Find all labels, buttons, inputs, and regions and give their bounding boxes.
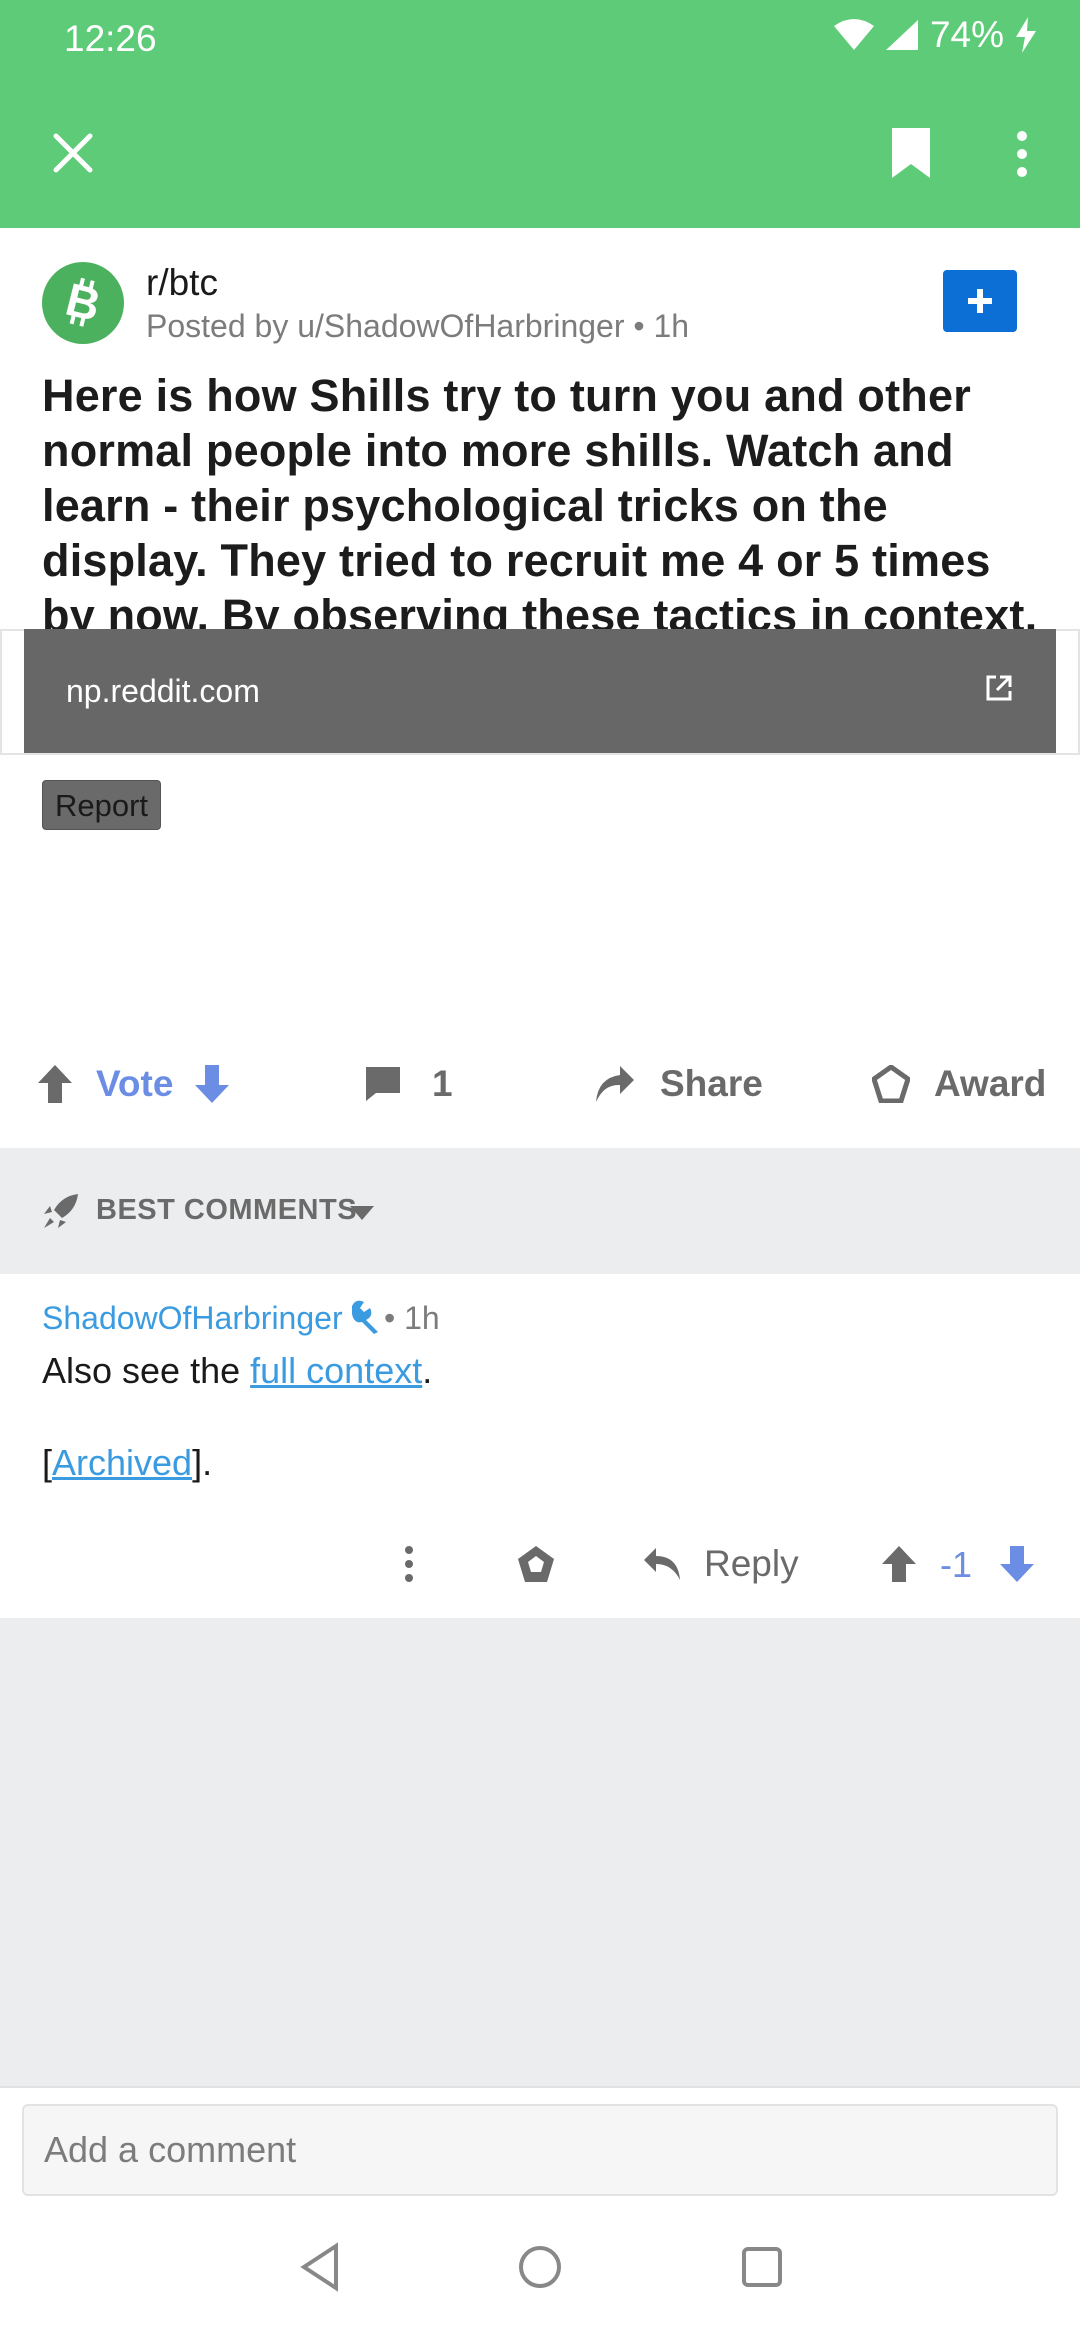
archived-link[interactable]: Archived — [52, 1442, 192, 1483]
subreddit-name[interactable]: r/btc — [146, 262, 218, 304]
comment-item: ShadowOfHarbringer • 1h Also see the ful… — [0, 1274, 1080, 1618]
award-icon — [872, 1065, 910, 1103]
comment-composer — [0, 2086, 1080, 2206]
full-context-link[interactable]: full context — [250, 1350, 422, 1391]
close-icon[interactable] — [50, 130, 96, 176]
post-byline[interactable]: Posted by u/ShadowOfHarbringer • 1h — [146, 308, 689, 345]
link-domain: np.reddit.com — [66, 673, 260, 709]
rocket-icon — [44, 1194, 78, 1228]
reply-button[interactable]: Reply — [642, 1524, 799, 1604]
status-bar: 12:26 74% — [0, 0, 1080, 78]
plus-icon — [968, 289, 992, 313]
comment-body-line2: [Archived]. — [42, 1442, 212, 1484]
status-time: 12:26 — [64, 18, 157, 59]
comment-bubble-icon — [366, 1067, 400, 1101]
comments-count: 1 — [432, 1063, 453, 1104]
caret-down-icon — [350, 1206, 374, 1220]
external-link-card[interactable]: np.reddit.com — [24, 629, 1056, 753]
charging-icon — [1016, 17, 1036, 53]
join-subreddit-button[interactable] — [943, 270, 1017, 332]
share-label: Share — [660, 1063, 763, 1104]
share-button[interactable]: Share — [594, 1020, 763, 1148]
add-comment-input[interactable] — [22, 2104, 1058, 2196]
report-button[interactable]: Report — [42, 780, 162, 830]
comment-score: -1 — [940, 1544, 973, 1585]
award-button[interactable]: Award — [872, 1020, 1046, 1148]
battery-percent: 74% — [929, 14, 1004, 55]
reply-label: Reply — [704, 1543, 799, 1584]
vote-group: Vote — [36, 1020, 231, 1148]
status-indicators: 74% — [833, 14, 1038, 56]
bookmark-icon[interactable] — [888, 126, 934, 180]
vote-label: Vote — [96, 1063, 174, 1104]
comment-more-icon[interactable] — [402, 1544, 416, 1584]
comment-downvote-icon[interactable] — [998, 1544, 1036, 1584]
system-nav-bar — [0, 2206, 1080, 2340]
signal-icon — [885, 20, 918, 50]
upvote-arrow-icon[interactable] — [36, 1063, 74, 1105]
comment-punct: . — [422, 1350, 433, 1391]
home-nav-icon[interactable] — [517, 2242, 563, 2292]
subreddit-avatar[interactable]: B — [42, 262, 124, 344]
post-action-bar: Vote 1 Share Award — [0, 1020, 1080, 1148]
more-vert-icon[interactable] — [1010, 128, 1034, 180]
comment-author[interactable]: ShadowOfHarbringer — [42, 1300, 343, 1337]
downvote-arrow-icon[interactable] — [193, 1063, 231, 1105]
back-nav-icon[interactable] — [298, 2242, 342, 2292]
award-label: Award — [934, 1063, 1047, 1104]
recents-nav-icon[interactable] — [740, 2242, 784, 2292]
bitcoin-icon: B — [61, 273, 106, 331]
comment-text: Also see the — [42, 1350, 251, 1391]
app-toolbar — [0, 78, 1080, 228]
wifi-icon — [833, 19, 874, 50]
comment-sort-bar[interactable]: BEST COMMENTS — [0, 1148, 1080, 1274]
comment-bracket-open: [ — [42, 1442, 53, 1483]
comment-time: • 1h — [384, 1300, 440, 1336]
comment-upvote-icon[interactable] — [880, 1544, 918, 1584]
sort-label: BEST COMMENTS — [96, 1194, 358, 1226]
external-link-icon — [986, 675, 1012, 701]
wrench-icon — [352, 1300, 378, 1334]
comment-award-icon[interactable] — [516, 1544, 556, 1584]
comment-body-line1: Also see the full context. — [42, 1350, 432, 1392]
share-arrow-icon — [596, 1066, 634, 1102]
comments-button[interactable]: 1 — [364, 1020, 453, 1148]
comment-action-bar: Reply -1 — [0, 1524, 1080, 1604]
reply-icon — [644, 1548, 680, 1580]
comment-bracket-close: ]. — [192, 1442, 213, 1483]
